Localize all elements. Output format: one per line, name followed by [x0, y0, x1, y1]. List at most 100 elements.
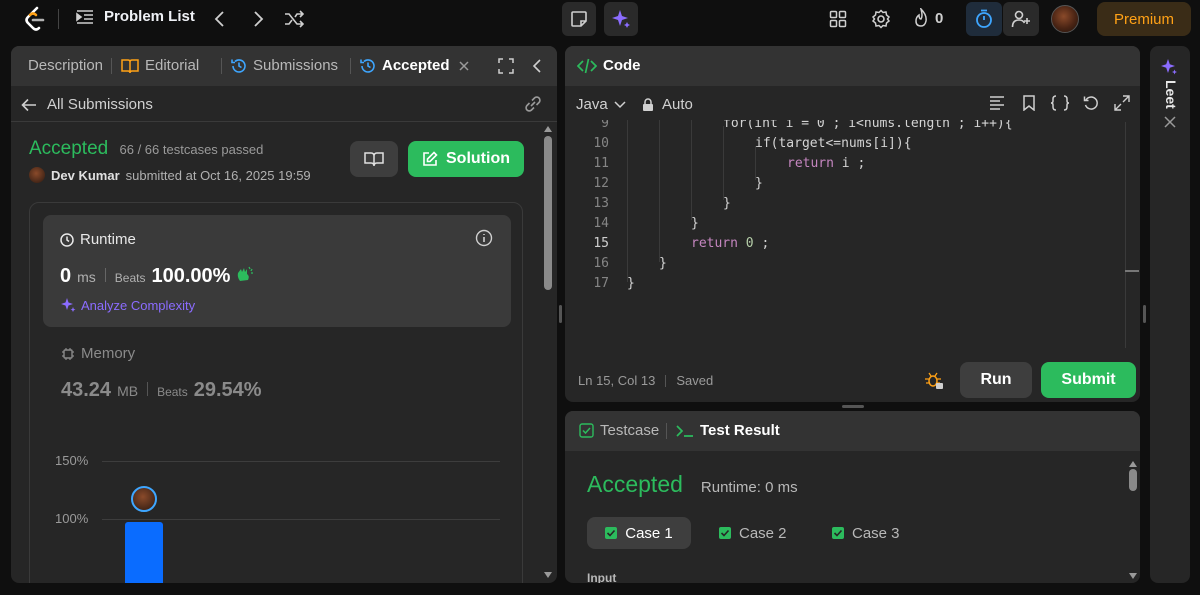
tab-accepted[interactable]: Accepted — [360, 57, 470, 74]
debugger-bug-icon[interactable] — [924, 370, 944, 390]
tab-code-label: Code — [603, 57, 641, 74]
add-user-icon[interactable] — [1003, 2, 1039, 36]
code-line[interactable]: 16} — [565, 254, 1125, 274]
expand-icon[interactable] — [1114, 95, 1130, 111]
scrollbar-thumb[interactable] — [1129, 469, 1137, 491]
code-area[interactable]: 9 for(int i = 0 ; i<nums.length ; i++){10… — [565, 120, 1125, 348]
case-3-tab[interactable]: Case 3 — [832, 517, 900, 549]
leet-ai-side-panel[interactable]: Leet — [1150, 46, 1190, 583]
result-tab-bar: Testcase Test Result — [565, 411, 1140, 451]
tab-code[interactable]: Code — [577, 57, 641, 74]
memory-beats-value: 29.54% — [193, 379, 262, 401]
history-icon — [360, 58, 375, 73]
result-scrollbar[interactable] — [1126, 461, 1140, 583]
edit-icon — [423, 151, 438, 166]
user-avatar[interactable] — [1051, 5, 1079, 33]
prev-problem-chevron-left-icon[interactable] — [212, 10, 228, 28]
close-icon[interactable] — [1164, 116, 1176, 128]
code-line[interactable]: 11 return i ; — [565, 154, 1125, 174]
tab-submissions[interactable]: Submissions — [231, 57, 338, 74]
next-problem-chevron-right-icon[interactable] — [250, 10, 266, 28]
all-submissions-label: All Submissions — [47, 96, 153, 113]
divider — [665, 374, 667, 387]
history-icon — [231, 58, 246, 73]
case-2-label: Case 2 — [739, 524, 787, 542]
notes-icon[interactable] — [562, 2, 596, 36]
analyze-complexity-link[interactable]: Analyze Complexity — [60, 297, 195, 313]
collapse-chevron-left-icon[interactable] — [531, 58, 543, 74]
terminal-icon — [676, 424, 693, 437]
submitter-name[interactable]: Dev Kumar — [51, 168, 120, 183]
run-button[interactable]: Run — [960, 362, 1032, 398]
bookmark-icon[interactable] — [1022, 95, 1036, 111]
code-line[interactable]: 13} — [565, 194, 1125, 214]
leetcode-logo-icon[interactable] — [24, 6, 46, 32]
submissions-subheader: All Submissions — [11, 86, 557, 122]
all-submissions-back-link[interactable]: All Submissions — [21, 96, 153, 113]
scroll-down-icon[interactable] — [544, 572, 552, 578]
line-number: 13 — [593, 196, 609, 211]
runtime-card[interactable]: Runtime 0 ms Beats 100.00% Analyze Compl… — [43, 215, 511, 327]
layout-grid-icon[interactable] — [829, 10, 847, 28]
solution-button[interactable]: Solution — [408, 141, 524, 177]
code-line[interactable]: 10 if(target<=nums[i]){ — [565, 134, 1125, 154]
y-tick-label: 100% — [55, 511, 89, 526]
tab-testcase-label: Testcase — [600, 422, 660, 439]
left-scrollbar[interactable] — [541, 122, 555, 583]
close-icon[interactable] — [458, 60, 470, 72]
language-value: Java — [576, 96, 608, 113]
streak-counter[interactable]: 0 — [913, 8, 943, 28]
case-1-tab[interactable]: Case 1 — [587, 517, 691, 549]
scroll-down-icon[interactable] — [1129, 573, 1137, 579]
scroll-up-icon[interactable] — [544, 126, 552, 132]
scrollbar-thumb[interactable] — [544, 136, 552, 290]
scroll-up-icon[interactable] — [1129, 461, 1137, 467]
your-submission-avatar-marker — [131, 486, 157, 512]
runtime-title: Runtime — [60, 231, 136, 248]
sparkle-icon — [61, 298, 76, 312]
vertical-splitter-handle[interactable] — [559, 305, 562, 323]
tab-editorial[interactable]: Editorial — [121, 57, 199, 74]
autocomplete-toggle[interactable]: Auto — [642, 96, 693, 113]
fullscreen-icon[interactable] — [498, 58, 514, 74]
tab-testcase[interactable]: Testcase — [579, 422, 659, 439]
submission-status: Accepted 66 / 66 testcases passed — [29, 138, 263, 160]
code-line[interactable]: 12} — [565, 174, 1125, 194]
settings-gear-icon[interactable] — [871, 9, 891, 29]
leet-label-wrapper: Leet — [1159, 80, 1181, 116]
case-2-tab[interactable]: Case 2 — [719, 517, 787, 549]
timer-stopwatch-icon[interactable] — [966, 2, 1002, 36]
divider — [666, 423, 667, 439]
right-splitter-handle[interactable] — [1143, 305, 1146, 323]
tab-description[interactable]: Description — [11, 57, 103, 74]
curly-braces-icon[interactable] — [1050, 95, 1070, 111]
chevron-down-icon — [614, 100, 626, 108]
code-line[interactable]: 15 return 0 ; — [565, 234, 1125, 254]
y-tick-label: 150% — [55, 453, 89, 468]
format-code-icon[interactable] — [989, 96, 1005, 110]
code-line[interactable]: 14} — [565, 214, 1125, 234]
input-label: Input — [587, 571, 617, 583]
read-editorial-button[interactable] — [350, 141, 398, 177]
submit-button[interactable]: Submit — [1041, 362, 1136, 398]
sparkle-icon — [1160, 58, 1178, 76]
memory-title[interactable]: Memory — [61, 345, 135, 362]
code-line[interactable]: 17} — [565, 274, 1125, 294]
language-select[interactable]: Java — [576, 96, 626, 113]
tab-description-label: Description — [27, 57, 103, 74]
shuffle-icon[interactable] — [284, 10, 304, 28]
info-icon[interactable] — [475, 229, 493, 247]
editor-scrollbar[interactable] — [1125, 122, 1126, 348]
code-line[interactable]: 9 for(int i = 0 ; i<nums.length ; i++){ — [565, 120, 1125, 134]
flame-icon — [915, 8, 927, 27]
reset-undo-icon[interactable] — [1083, 95, 1099, 111]
runtime-value: 0 — [60, 265, 72, 287]
chart-bar[interactable] — [125, 522, 163, 583]
tab-test-result[interactable]: Test Result — [676, 422, 780, 439]
horizontal-splitter-handle[interactable] — [842, 405, 864, 408]
ai-sparkle-icon[interactable] — [604, 2, 638, 36]
link-icon[interactable] — [523, 96, 543, 112]
editor-scrollbar-thumb[interactable] — [1125, 270, 1139, 272]
premium-button[interactable]: Premium — [1097, 2, 1191, 36]
problem-list-button[interactable]: Problem List — [76, 8, 195, 25]
